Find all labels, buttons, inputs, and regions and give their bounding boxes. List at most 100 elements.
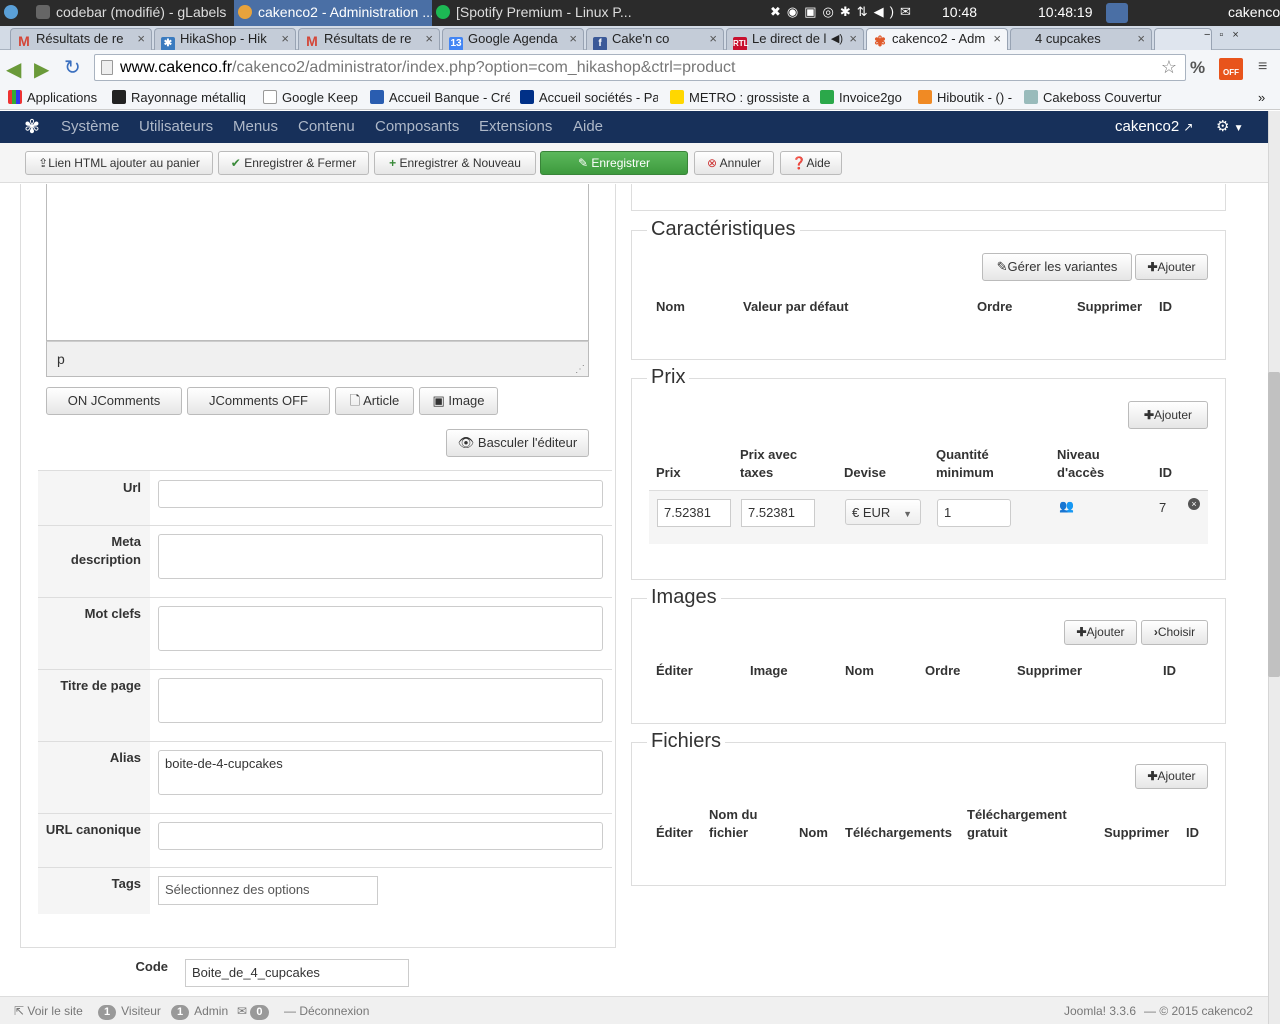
close-icon[interactable]: × [709,29,717,49]
url-input[interactable]: www.cakenco.fr/cakenco2/administrator/in… [94,54,1186,81]
page-title-field[interactable] [158,678,603,723]
logout-link[interactable]: — Déconnexion [284,997,369,1025]
check-icon: ✔ [230,156,241,170]
editor-text-area[interactable] [46,184,589,341]
code-field[interactable]: Boite_de_4_cupcakes [185,959,409,987]
tab-hikashop[interactable]: ✱ HikaShop - Hik × [154,28,296,50]
price-taxed-input[interactable]: 7.52381 [741,499,815,527]
close-icon[interactable]: × [281,29,289,49]
bookmarks-overflow-icon[interactable]: » [1258,89,1272,107]
access-level-users-icon[interactable]: 👥 [1059,499,1074,513]
toggle-editor-button[interactable]: 👁 Basculer l'éditeur [446,429,589,457]
bookmark-rayonnage[interactable]: Rayonnage métalliq [112,89,250,107]
bookmark-hiboutik[interactable]: Hiboutik - () - [918,89,1018,107]
tab-gmail-2[interactable]: M Résultats de re × [298,28,440,50]
menu-contenu[interactable]: Contenu [298,111,355,143]
back-icon[interactable]: ◀ [6,57,21,82]
window-controls[interactable]: −▫× [1204,29,1274,45]
resize-handle-icon[interactable]: ⋰ [575,364,585,376]
messages-indicator[interactable]: ✉ 0 [237,997,274,1025]
cancel-button[interactable]: ⊗ Annuler [694,151,774,175]
cancel-icon: ⊗ [706,156,717,170]
menu-systeme[interactable]: Système [61,111,119,143]
close-icon[interactable]: × [849,29,857,49]
image-button[interactable]: ▣ Image [419,387,498,415]
price-input[interactable]: 7.52381 [657,499,731,527]
close-icon[interactable]: × [993,29,1001,49]
manage-variants-button[interactable]: ✎Gérer les variantes [982,253,1132,281]
bookmark-banque[interactable]: Accueil Banque - Cré [370,89,510,107]
bookmark-applications[interactable]: Applications [8,89,106,107]
copyright-text: — © 2015 cakenco2 [1144,1004,1253,1018]
article-button[interactable]: 🗋 Article [335,387,414,415]
save-button[interactable]: ✎ Enregistrer [540,151,688,175]
chrome-menu-icon[interactable]: ≡ [1258,58,1267,76]
tags-select[interactable]: Sélectionnez des options [158,876,378,905]
bookmark-societes[interactable]: Accueil sociétés - Pa [520,89,658,107]
tab-gmail-1[interactable]: M Résultats de re × [10,28,152,50]
forward-icon[interactable]: ▶ [34,57,49,82]
tray-icons[interactable]: ✖◉▣◎✱⇅◀)✉ [770,0,940,26]
percent-extension-icon[interactable]: % [1190,58,1205,78]
tab-label: Résultats de re [36,31,124,46]
alias-field[interactable]: boite-de-4-cupcakes [158,750,603,795]
logout-label: Déconnexion [299,1004,370,1018]
save-new-button[interactable]: + Enregistrer & Nouveau [374,151,536,175]
add-file-button[interactable]: ✚Ajouter [1135,764,1208,789]
close-icon[interactable]: × [137,29,145,49]
bookmark-metro[interactable]: METRO : grossiste al [670,89,810,107]
bookmark-label: Accueil Banque - Cré [389,90,510,105]
files-title: Fichiers [647,730,726,753]
add-characteristic-button[interactable]: ✚Ajouter [1135,254,1208,280]
tab-facebook[interactable]: f Cake'n co × [586,28,724,50]
canonical-url-field[interactable] [158,822,603,850]
currency-select[interactable]: € EUR ▼ [845,499,921,525]
close-icon[interactable]: × [1137,29,1145,49]
chrome-tray-icon[interactable] [1106,0,1130,26]
help-button[interactable]: ❓Aide [780,151,842,175]
joomla-logo-icon[interactable]: ✾ [24,116,40,139]
menu-utilisateurs[interactable]: Utilisateurs [139,111,213,143]
taskbar-glabels[interactable]: codebar (modifié) - gLabels [36,0,232,26]
min-quantity-input[interactable]: 1 [937,499,1011,527]
jcomments-on-button[interactable]: ON JComments [46,387,182,415]
taskbar-spotify[interactable]: [Spotify Premium - Linux P... [436,0,632,26]
bookmark-google-keep[interactable]: Google Keep [263,89,361,107]
close-icon[interactable]: × [425,29,433,49]
plus-icon: + [389,156,397,170]
add-image-button[interactable]: ✚Ajouter [1064,620,1137,645]
star-icon[interactable]: ☆ [1161,55,1177,80]
menu-menus[interactable]: Menus [233,111,278,143]
page-scrollbar-thumb[interactable] [1268,372,1280,677]
bookmark-cakeboss[interactable]: Cakeboss Couvertur [1024,89,1164,107]
menu-composants[interactable]: Composants [375,111,459,143]
envelope-icon: ✉ [237,1004,248,1018]
save-close-button[interactable]: ✔ Enregistrer & Fermer [218,151,369,175]
col-supprimer: Supprimer [1077,299,1143,314]
url-field[interactable] [158,480,603,508]
reload-icon[interactable]: ↻ [64,55,81,80]
settings-dropdown[interactable]: ⚙ ▼ [1216,111,1244,145]
bookmark-label: Invoice2go [839,90,902,105]
bookmark-invoice2go[interactable]: Invoice2go [820,89,910,107]
tab-4-cupcakes[interactable]: 4 cupcakes × [1010,28,1152,50]
menu-extensions[interactable]: Extensions [479,111,552,143]
menu-icon[interactable] [4,0,26,26]
menu-aide[interactable]: Aide [573,111,603,143]
choose-image-button[interactable]: ›Choisir [1141,620,1208,645]
html-link-button[interactable]: ⇪Lien HTML ajouter au panier [25,151,213,175]
taskbar-chrome[interactable]: cakenco2 - Administration ... [234,0,432,26]
bookmarks-bar: Applications Rayonnage métalliq Google K… [0,86,1280,110]
keywords-field[interactable] [158,606,603,651]
jcomments-off-button[interactable]: JComments OFF [187,387,330,415]
tab-google-agenda[interactable]: 13 Google Agenda × [442,28,584,50]
site-link[interactable]: cakenco2 ↗ [1115,111,1193,143]
view-site-link[interactable]: ⇱ Voir le site [14,997,83,1025]
meta-description-field[interactable] [158,534,603,579]
off-extension-icon[interactable]: OFF [1219,58,1243,80]
tab-cakenco2-admin[interactable]: ✾ cakenco2 - Adm × [866,28,1008,51]
add-price-button[interactable]: ✚Ajouter [1128,401,1208,429]
close-icon[interactable]: × [569,29,577,49]
tab-rtl[interactable]: RTL Le direct de l ◀) × [726,28,864,50]
delete-price-icon[interactable]: × [1188,498,1200,510]
